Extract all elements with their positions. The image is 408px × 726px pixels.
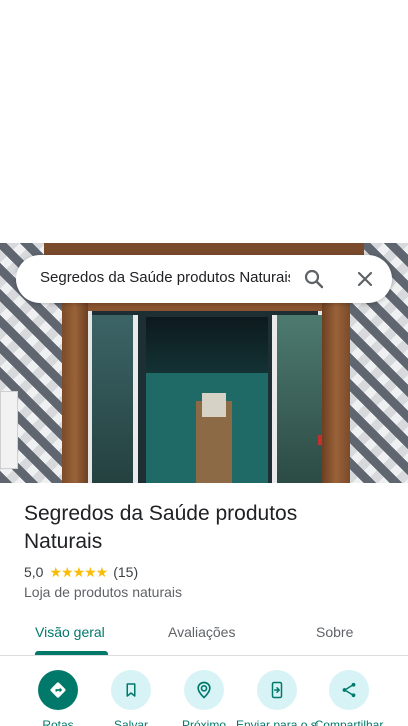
place-title: Segredos da Saúde produtos Naturais [24, 502, 298, 553]
place-category[interactable]: Loja de produtos naturais [24, 584, 182, 600]
photo-glass-left [92, 315, 138, 483]
place-screen: Segredos da Saúde produtos Naturais Segr… [0, 0, 408, 726]
active-tab-indicator [35, 651, 108, 655]
place-tabs: Visão geral Avaliações Sobre [0, 614, 408, 656]
rating-stars-icon: ★★★★★ [49, 563, 108, 580]
tab-overview[interactable]: Visão geral [35, 624, 105, 640]
tab-about[interactable]: Sobre [316, 624, 353, 640]
photo-sign [0, 391, 18, 469]
directions-icon [38, 670, 78, 710]
close-icon[interactable] [353, 267, 377, 291]
nearby-label: Próximo [181, 718, 226, 726]
photo-glass-right [272, 315, 322, 483]
photo-shelf-top [202, 393, 226, 417]
photo-beam-left [62, 301, 88, 483]
review-count: (15) [113, 564, 139, 580]
search-bar[interactable]: Segredos da Saúde produtos Naturais [16, 255, 392, 303]
send-to-phone-button[interactable]: Enviar para o smartphone [236, 670, 318, 726]
photo-lintel [44, 243, 364, 255]
send-to-phone-icon [257, 670, 297, 710]
rating-value: 5,0 [24, 564, 44, 580]
rating-row[interactable]: 5,0 ★★★★★ (15) [24, 563, 138, 581]
directions-label: Rotas [42, 718, 74, 726]
search-icon[interactable] [302, 267, 326, 291]
send-to-phone-label: Enviar para o smartphone [236, 718, 318, 726]
share-button[interactable]: Compartilhar [314, 670, 384, 726]
share-label: Compartilhar [314, 718, 384, 726]
nearby-button[interactable]: Próximo [169, 670, 239, 726]
share-icon [329, 670, 369, 710]
directions-button[interactable]: Rotas [23, 670, 93, 726]
photo-beam-right [322, 301, 350, 483]
search-input[interactable]: Segredos da Saúde produtos Naturais [40, 269, 290, 286]
nearby-icon [184, 670, 224, 710]
tab-reviews[interactable]: Avaliações [168, 624, 235, 640]
bookmark-icon [111, 670, 151, 710]
save-button[interactable]: Salvar [96, 670, 166, 726]
save-label: Salvar [113, 718, 148, 726]
